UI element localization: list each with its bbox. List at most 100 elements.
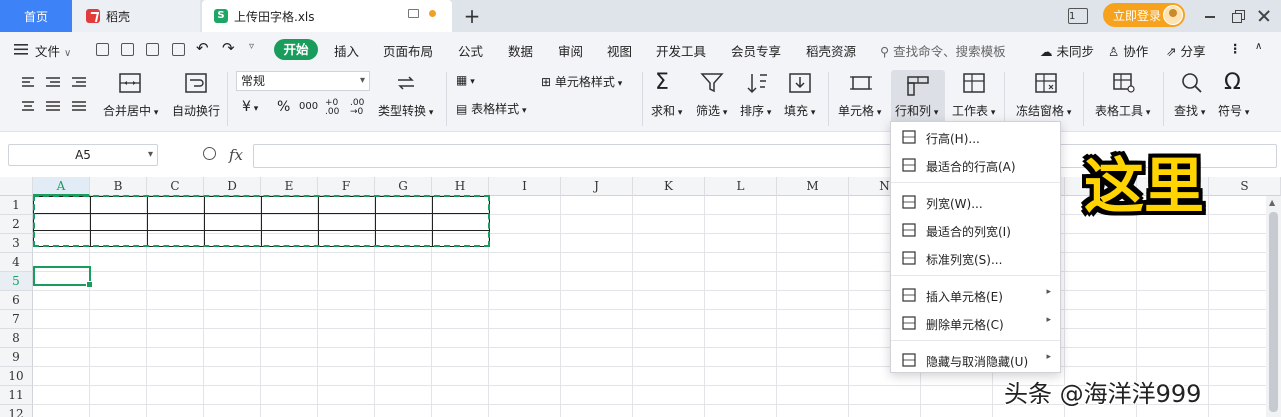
symbol-icon[interactable]: Ω [1224,70,1241,95]
close-icon[interactable] [1256,8,1272,24]
tab-daoke[interactable]: 稻壳 [72,0,200,32]
menu-daoke-resources[interactable]: 稻壳资源 [806,41,856,60]
column-header-a[interactable]: A [33,177,90,196]
type-convert-icon[interactable] [394,72,418,94]
export-icon[interactable] [121,43,134,56]
column-header-j[interactable]: J [561,177,633,196]
menu-item-standard-width[interactable]: 标准列宽(S)... [891,245,1060,271]
cell-button[interactable]: 单元格 ▾ [838,102,881,119]
share-button[interactable]: ⇗ 分享 [1166,41,1205,60]
select-all-corner[interactable] [0,177,33,196]
menu-insert[interactable]: 插入 [334,41,359,60]
print-icon[interactable] [146,43,159,56]
sum-button[interactable]: 求和 ▾ [651,102,682,119]
scroll-up-icon[interactable]: ▲ [1269,198,1275,207]
thousands-button[interactable]: 000 [299,101,318,112]
sync-status[interactable]: ☁ 未同步 [1040,41,1094,60]
window-badge[interactable]: 1 [1068,8,1088,24]
row-header-7[interactable]: 7 [0,310,33,329]
find-icon[interactable] [1180,72,1204,94]
column-header-m[interactable]: M [777,177,849,196]
symbol-button[interactable]: 符号 ▾ [1218,102,1249,119]
row-header-6[interactable]: 6 [0,291,33,310]
row-header-2[interactable]: 2 [0,215,33,234]
freeze-panes-button[interactable]: 冻结窗格 ▾ [1016,102,1071,119]
cell-icon[interactable] [849,72,873,94]
table-tools-icon[interactable] [1112,72,1136,94]
menu-item-delete-cell[interactable]: 删除单元格(C) ▸ [891,310,1060,336]
column-header-f[interactable]: F [318,177,375,196]
row-header-10[interactable]: 10 [0,367,33,386]
quick-access-dropdown-icon[interactable]: ▿ [249,41,254,52]
vertical-scrollbar[interactable]: ▲ [1266,196,1281,417]
menu-start[interactable]: 开始 [274,39,318,60]
menu-file[interactable]: 文件 ∨ [35,41,71,60]
restore-icon[interactable] [1230,8,1246,24]
fill-icon[interactable] [788,72,812,94]
menu-item-autofit-row[interactable]: 最适合的行高(A) [891,152,1060,178]
print-preview-icon[interactable] [172,43,185,56]
percent-button[interactable]: % [277,99,290,115]
fill-button[interactable]: 填充 ▾ [784,102,815,119]
sum-icon[interactable]: Σ [655,70,669,95]
monitor-icon[interactable] [408,9,419,18]
row-header-3[interactable]: 3 [0,234,33,253]
minimize-icon[interactable] [1202,8,1218,24]
menu-page-layout[interactable]: 页面布局 [383,41,433,60]
row-header-1[interactable]: 1 [0,196,33,215]
menu-item-insert-cell[interactable]: 插入单元格(E) ▸ [891,282,1060,308]
name-box[interactable]: A5 [8,144,158,166]
tab-home[interactable]: 首页 [0,0,72,32]
row-col-button[interactable]: 行和列 ▾ [891,70,945,128]
worksheet-icon[interactable] [962,72,986,94]
column-header-d[interactable]: D [204,177,261,196]
menu-review[interactable]: 审阅 [558,41,583,60]
menu-item-row-height[interactable]: 行高(H)... [891,124,1060,150]
fx-icon[interactable]: fx [229,146,243,164]
menu-developer[interactable]: 开发工具 [656,41,706,60]
menu-item-col-width[interactable]: 列宽(W)... [891,189,1060,215]
row-header-5[interactable]: 5 [0,272,33,291]
menu-item-hide[interactable]: 隐藏与取消隐藏(U) ▸ [891,347,1060,373]
freeze-panes-icon[interactable] [1034,72,1058,94]
undo-icon[interactable]: ↶ [196,39,209,57]
table-grid-button[interactable]: ▦ ▾ [456,73,475,87]
search-command[interactable]: ⚲ 查找命令、搜索模板 [880,41,1006,60]
login-button[interactable]: 立即登录 [1103,3,1185,27]
menu-view[interactable]: 视图 [607,41,632,60]
hamburger-icon[interactable] [14,44,28,55]
decrease-decimal-button[interactable]: .00 →0 [350,99,370,117]
row-header-11[interactable]: 11 [0,386,33,405]
selected-cell-a5[interactable] [33,266,93,288]
sort-icon[interactable] [746,72,770,94]
column-header-g[interactable]: G [375,177,432,196]
column-header-k[interactable]: K [633,177,705,196]
column-header-l[interactable]: L [705,177,777,196]
column-header-c[interactable]: C [147,177,204,196]
merge-center-button[interactable]: 合并居中 ▾ [103,102,158,119]
column-header-i[interactable]: I [489,177,561,196]
scroll-thumb[interactable] [1269,212,1278,412]
find-button[interactable]: 查找 ▾ [1174,102,1205,119]
increase-decimal-button[interactable]: +0 .00 [325,99,345,117]
table-tools-button[interactable]: 表格工具 ▾ [1095,102,1150,119]
save-icon[interactable] [96,43,109,56]
filter-icon[interactable] [700,72,724,94]
collab-button[interactable]: ♙ 协作 [1108,41,1148,60]
currency-button[interactable]: ¥ ▾ [242,99,258,115]
merge-center-icon[interactable] [118,72,142,94]
menu-item-autofit-col[interactable]: 最适合的列宽(I) [891,217,1060,243]
type-convert-button[interactable]: 类型转换 ▾ [378,102,433,119]
table-style-button[interactable]: ▤ 表格样式 ▾ [456,100,527,117]
column-header-e[interactable]: E [261,177,318,196]
more-icon[interactable]: ⋮ [1229,41,1242,56]
column-header-s[interactable]: S [1209,177,1281,196]
row-header-12[interactable]: 12 [0,405,33,417]
zoom-icon[interactable] [203,147,216,160]
sort-button[interactable]: 排序 ▾ [740,102,771,119]
row-header-4[interactable]: 4 [0,253,33,272]
menu-data[interactable]: 数据 [508,41,533,60]
redo-icon[interactable]: ↷ [222,39,235,57]
menu-formula[interactable]: 公式 [458,41,483,60]
column-header-b[interactable]: B [90,177,147,196]
